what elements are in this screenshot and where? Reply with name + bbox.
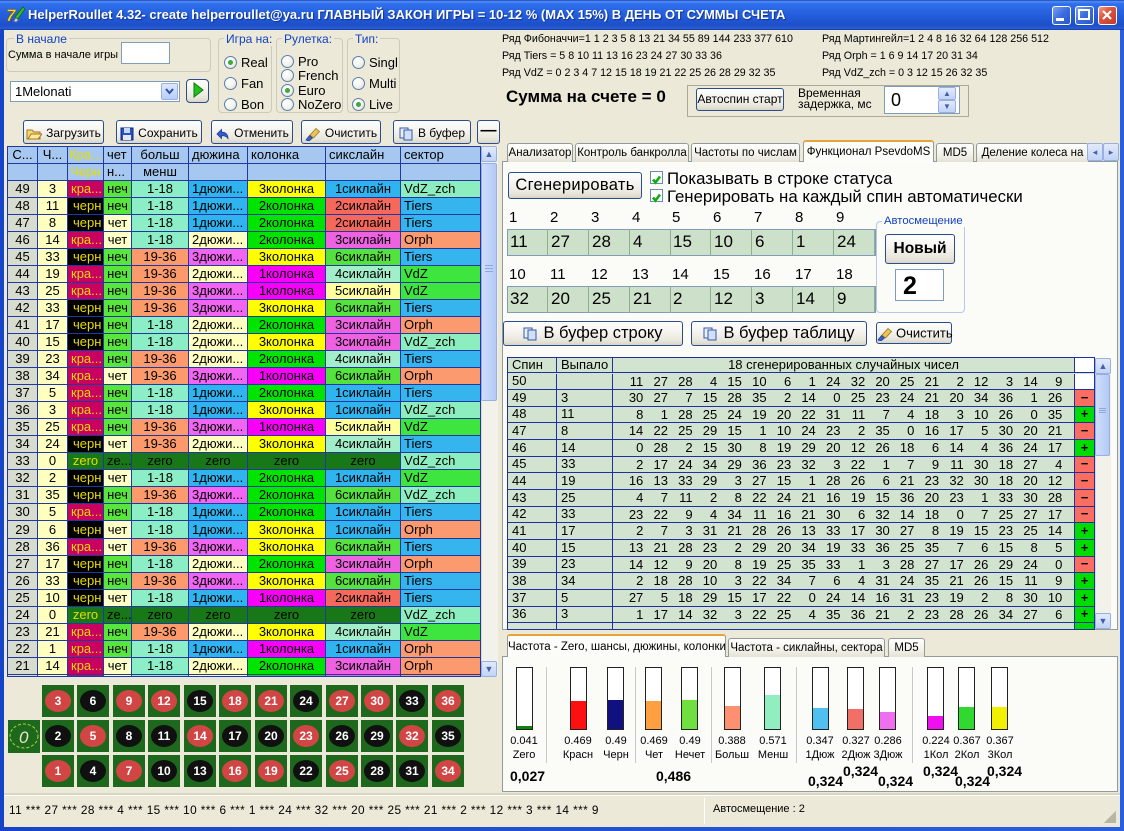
svg-text:0: 0 [19, 728, 29, 747]
